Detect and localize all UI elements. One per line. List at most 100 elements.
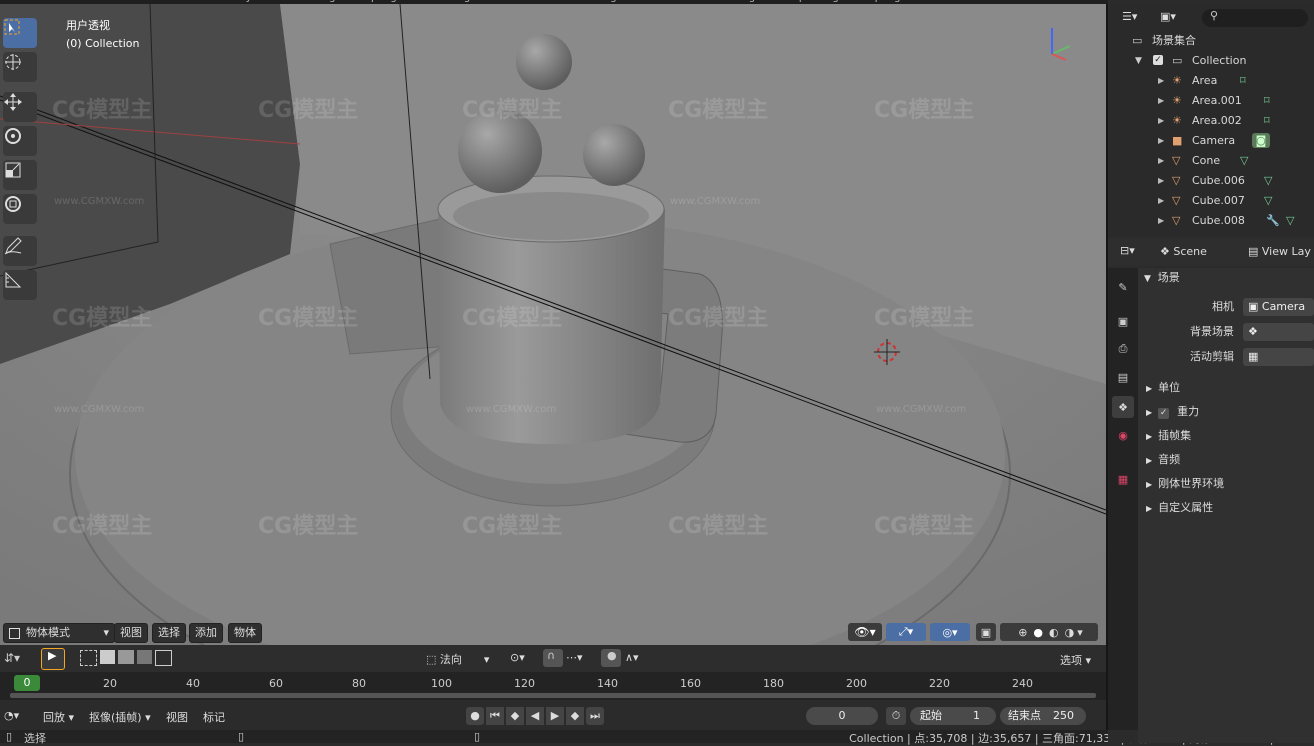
select-box-tool[interactable] — [3, 18, 37, 48]
snap-target-dropdown[interactable]: ⋯▾ — [566, 651, 583, 664]
disclosure-closed-icon[interactable]: ▶ — [1158, 91, 1164, 111]
rotate-tool[interactable] — [3, 126, 37, 156]
outliner-item[interactable]: ▶ ☀ Area ⌑ — [1108, 71, 1314, 91]
timeline-scrollbar[interactable] — [10, 693, 1096, 698]
disclosure-closed-icon[interactable]: ▶ — [1158, 131, 1164, 151]
disclosure-closed-icon[interactable]: ▶ — [1158, 171, 1164, 191]
end-frame-field[interactable]: 结束点 250 — [1000, 707, 1086, 725]
display-mode-dropdown[interactable]: ☰▾ — [1122, 10, 1137, 23]
area-divider[interactable] — [1106, 4, 1108, 730]
collection-row[interactable]: ▼ ✓ ▭ Collection — [1108, 51, 1314, 71]
tab-view-layer[interactable]: ▤ — [1112, 366, 1134, 388]
outliner-item[interactable]: ▶ ☀ Area.002 ⌑ — [1108, 111, 1314, 131]
play-reverse-icon[interactable]: ◀ — [526, 707, 544, 725]
tab-tool[interactable]: ✎ — [1112, 276, 1134, 298]
add-menu[interactable]: 添加 — [189, 623, 223, 643]
disclosure-open-icon[interactable]: ▼ — [1135, 51, 1142, 71]
jump-end-icon[interactable]: ⏭ — [586, 707, 604, 725]
invert-select-icon[interactable] — [136, 650, 152, 664]
tab-render[interactable]: ▣ — [1112, 310, 1134, 332]
preview-range-toggle[interactable]: ⏱ — [886, 707, 906, 725]
camera-field[interactable]: ▣ Camera — [1243, 298, 1314, 316]
tab-scene[interactable]: ❖ — [1112, 396, 1134, 418]
gravity-section[interactable]: ▶ ✓ 重力 — [1146, 402, 1199, 422]
editor-type-icon[interactable]: ⊟▾ — [1120, 244, 1135, 257]
audio-section[interactable]: ▶ 音频 — [1146, 450, 1180, 470]
xray-toggle[interactable]: ▣ — [976, 623, 996, 641]
outliner-search-input[interactable]: ⚲ — [1202, 9, 1308, 27]
intersect-select-icon[interactable] — [154, 650, 173, 666]
outliner[interactable]: ☰▾ ▣▾ ⚲ ▭ 场景集合 ▼ ✓ ▭ Collection ▶ ☀ Area… — [1108, 4, 1314, 236]
select-tool-button[interactable]: ▶ — [41, 648, 65, 670]
units-section[interactable]: ▶ 单位 — [1146, 378, 1180, 398]
scene-panel-header[interactable]: ▼ 场景 — [1144, 268, 1180, 288]
marker-menu[interactable]: 标记 — [203, 709, 225, 725]
play-icon[interactable]: ▶ — [546, 707, 564, 725]
outliner-item[interactable]: ▶ ☀ Area.001 ⌑ — [1108, 91, 1314, 111]
annotate-tool[interactable] — [3, 236, 37, 266]
outliner-item[interactable]: ▶ ■ Camera ◙ — [1108, 131, 1314, 151]
prev-keyframe-icon[interactable]: ◆ — [506, 707, 524, 725]
scene-collection-row[interactable]: ▭ 场景集合 — [1108, 31, 1314, 51]
current-frame-field[interactable]: 0 — [806, 707, 878, 725]
object-menu[interactable]: 物体 — [228, 623, 262, 643]
transform-tool[interactable] — [3, 194, 37, 224]
tab-world[interactable]: ◉ — [1112, 424, 1134, 446]
checkbox-icon[interactable]: ✓ — [1153, 55, 1163, 65]
options-dropdown[interactable]: 选项 ▾ — [1060, 652, 1091, 668]
next-keyframe-icon[interactable]: ◆ — [566, 707, 584, 725]
set-select-icon[interactable] — [80, 650, 98, 666]
disclosure-closed-icon[interactable]: ▶ — [1158, 111, 1164, 131]
background-scene-field[interactable]: ❖ — [1243, 323, 1314, 341]
playback-menu[interactable]: 回放 ▾ — [43, 709, 74, 725]
record-icon[interactable]: ● — [466, 707, 484, 725]
disclosure-closed-icon[interactable]: ▶ — [1158, 211, 1164, 231]
timeline-view-menu[interactable]: 视图 — [166, 709, 188, 725]
pivot-dropdown[interactable]: ⊙▾ — [510, 651, 525, 664]
tab-texture[interactable]: ▦ — [1112, 468, 1134, 490]
view-menu[interactable]: 视图 — [114, 623, 148, 643]
select-mode-buttons[interactable] — [80, 650, 173, 666]
select-menu[interactable]: 选择 — [152, 623, 186, 643]
active-clip-field[interactable]: ▦ — [1243, 348, 1314, 366]
disclosure-closed-icon[interactable]: ▶ — [1158, 71, 1164, 91]
disclosure-closed-icon[interactable]: ▶ — [1158, 191, 1164, 211]
disclosure-closed-icon[interactable]: ▶ — [1158, 151, 1164, 171]
overlay-toggle[interactable]: ◎▾ — [930, 623, 970, 641]
filter-dropdown[interactable]: ▣▾ — [1160, 10, 1176, 23]
tab-output[interactable]: ⎙ — [1112, 338, 1134, 360]
measure-tool[interactable] — [3, 270, 37, 300]
material-shading-icon[interactable]: ◐ — [1049, 626, 1059, 639]
custom-properties-section[interactable]: ▶ 自定义属性 — [1146, 498, 1213, 518]
scene-selector[interactable]: ❖ Scene — [1160, 245, 1207, 258]
solid-shading-icon[interactable]: ● — [1033, 626, 1043, 639]
extend-select-icon[interactable] — [100, 650, 116, 664]
scale-tool[interactable] — [3, 160, 37, 190]
camera-data-icon[interactable]: ◙ — [1252, 133, 1270, 148]
checkbox-icon[interactable]: ✓ — [1158, 408, 1170, 419]
rigid-body-world-section[interactable]: ▶ 刚体世界环境 — [1146, 474, 1224, 494]
falloff-dropdown[interactable]: ∧▾ — [625, 651, 639, 664]
jump-start-icon[interactable]: ⏮ — [486, 707, 504, 725]
chevron-down-icon[interactable]: ▾ — [1077, 626, 1083, 639]
cursor-tool[interactable] — [3, 52, 37, 82]
visibility-toggle[interactable]: 👁▾ — [848, 623, 882, 641]
move-tool[interactable] — [3, 92, 37, 122]
editor-type-icon[interactable]: ◔▾ — [4, 709, 19, 722]
proportional-edit-toggle[interactable]: ● — [601, 649, 621, 667]
editor-type-icon[interactable]: ⇵▾ — [4, 651, 20, 665]
gizmo-toggle[interactable]: ⤢▾ — [886, 623, 926, 641]
keying-sets-section[interactable]: ▶ 插帧集 — [1146, 426, 1191, 446]
outliner-item[interactable]: ▶ ▽ Cube.007 ▽ — [1108, 191, 1314, 211]
wireframe-shading-icon[interactable]: ⊕ — [1018, 626, 1027, 639]
outliner-item[interactable]: ▶ ▽ Cube.006 ▽ — [1108, 171, 1314, 191]
rendered-shading-icon[interactable]: ◑ — [1065, 626, 1075, 639]
outliner-item[interactable]: ▶ ▽ Cube.008 🔧 ▽ — [1108, 211, 1314, 231]
playback-controls[interactable]: ● ⏮ ◆ ◀ ▶ ◆ ⏭ — [466, 707, 610, 725]
3d-viewport[interactable]: 用户透视 (0) Collection CG模型主 CG模型主 CG模型主 CG… — [0, 4, 1106, 645]
outliner-item[interactable]: ▶ ▽ Cone ▽ — [1108, 151, 1314, 171]
keying-menu[interactable]: 抠像(插帧) ▾ — [89, 709, 151, 725]
subtract-select-icon[interactable] — [118, 650, 134, 664]
orientation-dropdown[interactable]: ⬚ 法向 ▾ — [426, 651, 489, 667]
current-frame-indicator[interactable]: 0 — [14, 675, 40, 691]
